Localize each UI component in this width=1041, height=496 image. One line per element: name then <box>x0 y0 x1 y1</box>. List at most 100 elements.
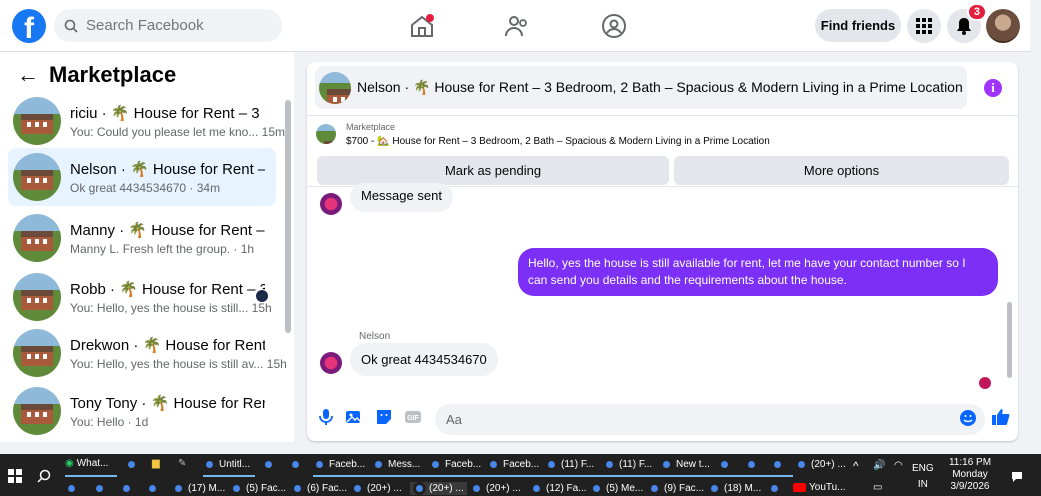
emoji-icon[interactable] <box>959 409 977 427</box>
chrome-icon <box>203 458 216 471</box>
facebook-logo[interactable]: f <box>12 9 46 43</box>
grid-menu-icon <box>916 18 932 34</box>
taskbar-app[interactable] <box>65 482 78 495</box>
taskbar-app[interactable]: YouTu... <box>793 482 846 493</box>
taskbar-search-icon[interactable] <box>37 469 51 483</box>
chrome-icon <box>708 482 721 495</box>
taskbar-app[interactable]: (17) M... <box>172 482 225 495</box>
sidebar-scrollbar[interactable] <box>285 100 291 333</box>
taskbar-app[interactable] <box>745 458 758 471</box>
notification-center-icon[interactable] <box>1011 471 1023 483</box>
back-arrow-icon[interactable]: ← <box>17 62 39 88</box>
tray-chevron-icon[interactable]: ^ <box>853 460 859 472</box>
chrome-icon <box>313 458 326 471</box>
language-indicator[interactable]: ENG IN <box>912 463 934 491</box>
taskbar-app[interactable] <box>125 458 138 471</box>
taskbar-app[interactable] <box>768 482 781 495</box>
listing-price-title[interactable]: $700 - 🏡 House for Rent – 3 Bedroom, 2 B… <box>346 136 770 147</box>
conversation-preview: You: Hello, yes the house is still... 15… <box>70 300 272 315</box>
wifi-icon[interactable]: ◠ <box>894 460 903 472</box>
photo-icon[interactable] <box>345 408 363 426</box>
chrome-icon <box>351 482 364 495</box>
sender-avatar <box>320 193 342 215</box>
taskbar-app[interactable] <box>120 482 133 495</box>
conversation-item[interactable]: Drekwon · 🌴 House for Rent – ... You: Hel… <box>8 324 287 382</box>
taskbar-app[interactable] <box>93 482 106 495</box>
chrome-icon <box>795 458 808 471</box>
like-icon[interactable] <box>991 407 1011 427</box>
taskbar-app[interactable]: (20+) ... <box>351 482 402 495</box>
find-friends-button[interactable]: Find friends <box>815 9 901 42</box>
chrome-icon <box>230 482 243 495</box>
bell-icon <box>957 18 971 35</box>
mark-pending-button[interactable]: Mark as pending <box>317 156 669 185</box>
clock[interactable]: 11:16 PM Monday 3/9/2026 <box>945 457 995 493</box>
volume-icon[interactable]: 🔊 <box>873 460 885 472</box>
groups-icon[interactable] <box>600 12 628 40</box>
taskbar-app[interactable]: ◉ What... <box>65 458 108 469</box>
chrome-icon <box>172 482 185 495</box>
notifications-button[interactable]: 3 <box>947 3 987 43</box>
more-options-button[interactable]: More options <box>674 156 1009 185</box>
conversation-preview: Ok great 4434534670 · 34m <box>70 180 221 195</box>
chrome-icon <box>530 482 543 495</box>
taskbar-app[interactable]: Faceb... <box>429 458 481 471</box>
taskbar-app[interactable]: (5) Me... <box>590 482 643 495</box>
taskbar-app[interactable]: Faceb... <box>487 458 539 471</box>
taskbar-app[interactable]: (20+) ... <box>795 458 846 471</box>
windows-start-icon[interactable] <box>8 469 22 483</box>
menu-button[interactable] <box>907 9 941 43</box>
taskbar-app[interactable] <box>771 458 784 471</box>
taskbar-app[interactable]: Mess... <box>372 458 420 471</box>
taskbar-app[interactable]: (5) Fac... <box>230 482 286 495</box>
profile-avatar[interactable] <box>986 9 1020 43</box>
listing-thumbnail <box>13 153 61 201</box>
gif-icon[interactable]: GIF <box>404 408 422 426</box>
conversation-item[interactable]: Robb · 🌴 House for Rent – 3 ... You: Hell… <box>8 268 276 326</box>
chrome-icon <box>648 482 661 495</box>
taskbar-app[interactable]: (11) F... <box>545 458 594 471</box>
chrome-icon <box>372 458 385 471</box>
conversation-item-active[interactable]: Nelson · 🌴 House for Rent – 3 ... Ok grea… <box>8 148 276 206</box>
friends-icon[interactable] <box>503 12 531 40</box>
conversation-item[interactable]: Tony Tony · 🌴 House for Rent – ... You: H… <box>8 382 276 440</box>
battery-icon[interactable]: ▭ <box>873 482 882 494</box>
taskbar-app[interactable]: (18) M... <box>708 482 761 495</box>
conversation-item[interactable]: riciu · 🌴 House for Rent – 3 Bed... You: … <box>8 92 285 150</box>
conversation-name: Drekwon · 🌴 House for Rent – ... <box>70 336 265 354</box>
taskbar-app[interactable]: Faceb... <box>313 458 365 471</box>
taskbar-app[interactable]: (9) Fac... <box>648 482 704 495</box>
taskbar-app[interactable]: (11) F... <box>603 458 652 471</box>
taskbar-app[interactable] <box>262 458 275 471</box>
microphone-icon[interactable] <box>317 408 335 426</box>
sticker-icon[interactable] <box>375 408 393 426</box>
chat-scrollbar[interactable] <box>1007 302 1012 378</box>
message-composer: GIF Aa <box>307 398 1018 441</box>
chrome-icon <box>745 458 758 471</box>
taskbar-app[interactable]: New t... <box>660 458 710 471</box>
conversation-item[interactable]: Manny · 🌴 House for Rent – 3 B... Manny L… <box>8 209 276 267</box>
taskbar-app[interactable] <box>146 482 159 495</box>
conversation-name: riciu · 🌴 House for Rent – 3 Bed... <box>70 104 265 122</box>
listing-thumbnail <box>13 387 61 435</box>
taskbar-app[interactable]: (12) Fa... <box>530 482 587 495</box>
taskbar-app[interactable]: (6) Fac... <box>291 482 347 495</box>
taskbar-app[interactable] <box>718 458 731 471</box>
taskbar-app[interactable]: (20+) ... <box>470 482 521 495</box>
taskbar-app[interactable]: Untitl... <box>203 458 250 471</box>
taskbar-app[interactable]: ✎ <box>178 458 186 469</box>
page-scrollbar[interactable] <box>1030 0 1041 452</box>
chat-header[interactable]: Nelson · 🌴 House for Rent – 3 Bedroom, 2… <box>315 66 967 109</box>
taskbar-app-active[interactable]: (20+) ... <box>410 482 467 495</box>
search-input[interactable] <box>86 17 266 34</box>
taskbar-app[interactable]: ▆ <box>152 458 160 469</box>
message-input[interactable]: Aa <box>435 404 985 435</box>
chrome-icon <box>768 482 781 495</box>
info-icon[interactable]: i <box>984 79 1002 97</box>
home-icon[interactable] <box>408 12 436 40</box>
listing-thumbnail <box>13 329 61 377</box>
chrome-icon <box>120 482 133 495</box>
taskbar-app[interactable] <box>289 458 302 471</box>
search-box[interactable] <box>54 9 282 42</box>
chrome-icon <box>718 458 731 471</box>
